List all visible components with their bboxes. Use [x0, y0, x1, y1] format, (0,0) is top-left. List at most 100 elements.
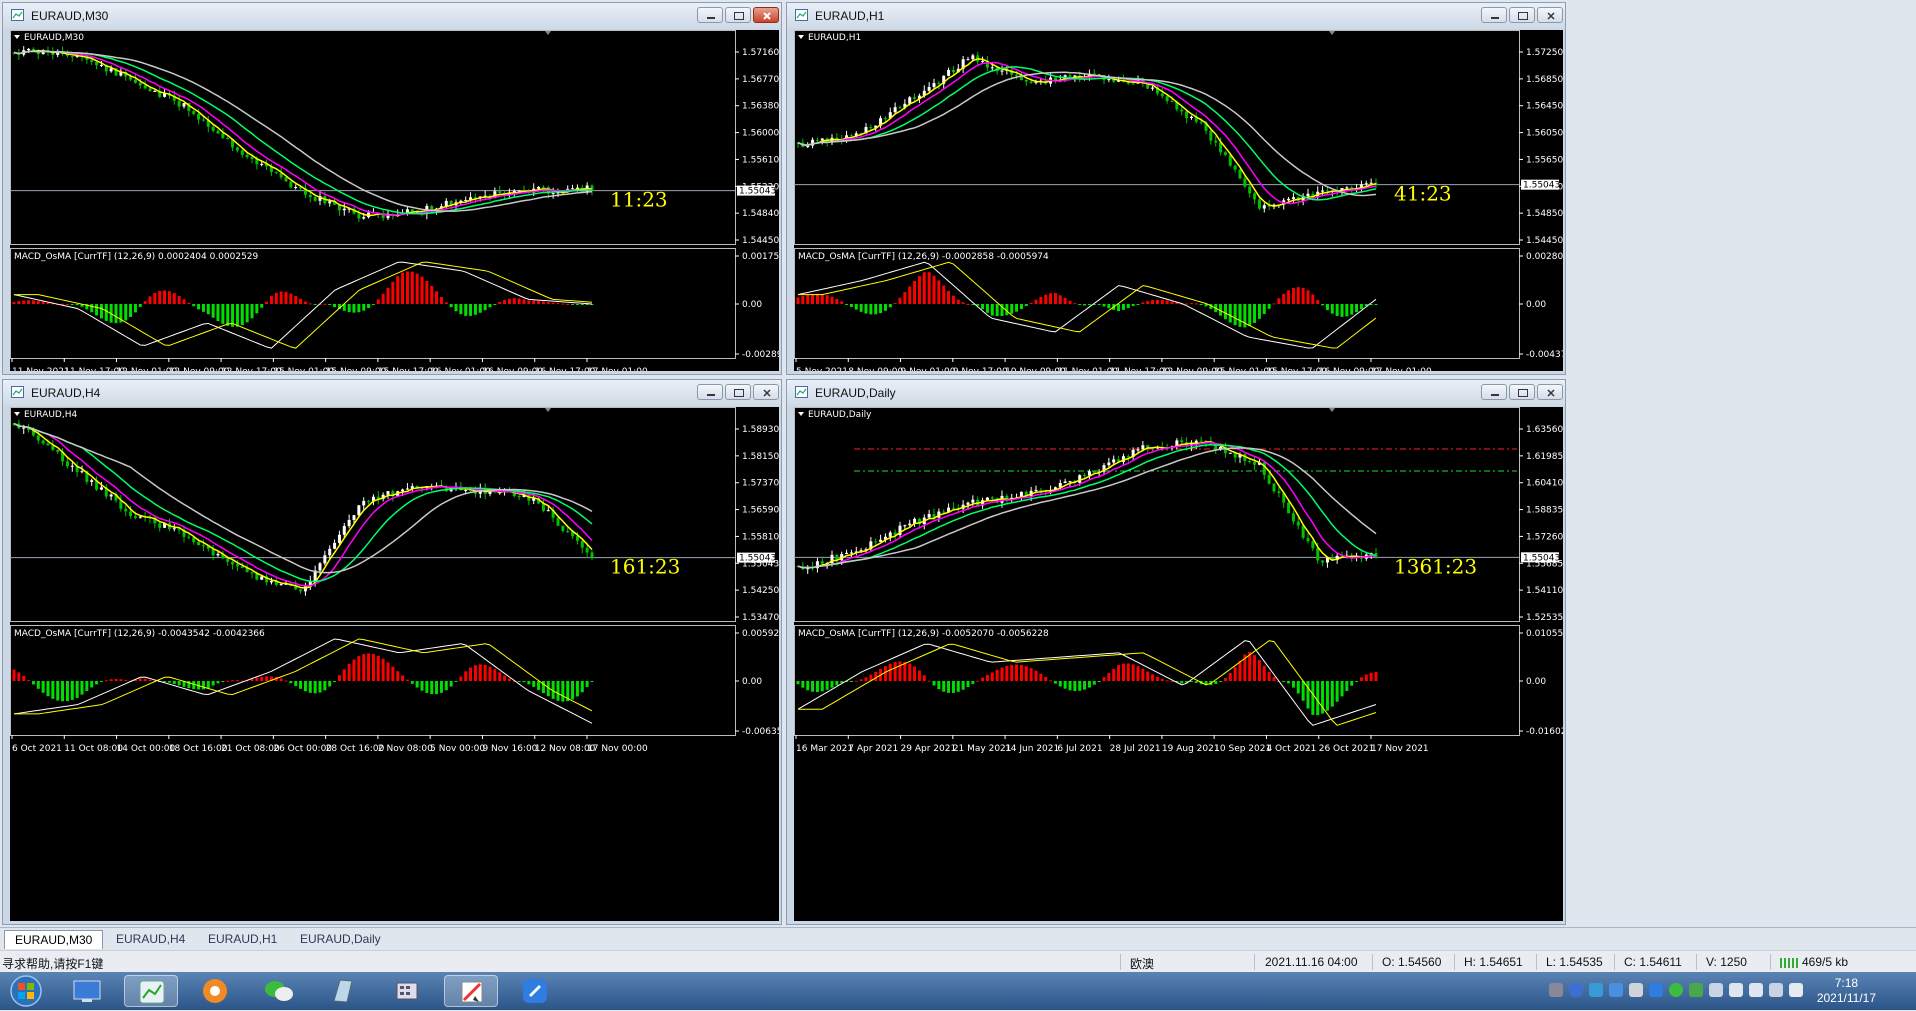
- candle-body: [1214, 140, 1218, 143]
- window-titlebar[interactable]: EURAUD,H1: [787, 3, 1565, 29]
- chart-window-h1[interactable]: EURAUD,H1 EURAUD,H1 MACD_OsMA [CurrTF] (1…: [786, 2, 1566, 375]
- flag-tray-icon[interactable]: [1789, 983, 1803, 997]
- close-button[interactable]: [1537, 384, 1563, 400]
- osma-bar: [299, 681, 303, 689]
- browser-icon[interactable]: [188, 975, 242, 1007]
- calculator-icon[interactable]: [380, 975, 434, 1007]
- network-tray-icon[interactable]: [1769, 983, 1783, 997]
- close-button[interactable]: [1537, 7, 1563, 23]
- osma-bar: [1301, 681, 1305, 701]
- volume-tray-icon[interactable]: [1749, 983, 1763, 997]
- chart-shift-marker[interactable]: [545, 31, 551, 35]
- profile-name: 欧澳: [1130, 957, 1155, 971]
- chart-shift-marker[interactable]: [545, 408, 551, 412]
- paint-icon[interactable]: [444, 975, 498, 1007]
- desktop-icon[interactable]: [60, 975, 114, 1007]
- help-tray-icon[interactable]: [1569, 983, 1583, 997]
- bar-timer-label: 41:23: [1394, 182, 1452, 206]
- maximize-button[interactable]: [1509, 7, 1535, 23]
- osma-bar: [1000, 667, 1004, 681]
- window-titlebar[interactable]: EURAUD,Daily: [787, 380, 1565, 406]
- maximize-button[interactable]: [725, 384, 751, 400]
- minimize-button[interactable]: [697, 7, 723, 23]
- metatrader-icon[interactable]: [124, 975, 178, 1007]
- osma-bar: [1097, 304, 1101, 305]
- macd-tick-label: 0.00: [1526, 300, 1546, 310]
- osma-bar: [1087, 304, 1091, 306]
- slow-ma-line: [13, 50, 593, 215]
- chart-window-m30[interactable]: EURAUD,M30 EURAUD,M30 MACD_OsMA [CurrTF] …: [2, 2, 782, 375]
- chart-shift-marker[interactable]: [1329, 31, 1335, 35]
- osma-bar: [357, 304, 361, 313]
- chart-area[interactable]: EURAUD,M30 MACD_OsMA [CurrTF] (12,26,9) 0…: [10, 30, 779, 371]
- dropdown-triangle-icon[interactable]: [14, 412, 20, 416]
- candle-body: [197, 113, 201, 120]
- osma-bar: [56, 681, 60, 701]
- maximize-button[interactable]: [725, 7, 751, 23]
- candle-body: [95, 61, 99, 66]
- candle-body: [129, 511, 133, 517]
- feishu-tray-icon[interactable]: [1649, 983, 1663, 997]
- close-button[interactable]: [753, 384, 779, 400]
- chart-window-icon: [795, 9, 808, 21]
- candle-body: [517, 496, 521, 498]
- minimize-button[interactable]: [697, 384, 723, 400]
- notes-icon[interactable]: [316, 975, 370, 1007]
- minimize-button[interactable]: [1481, 384, 1507, 400]
- chart-area[interactable]: EURAUD,Daily MACD_OsMA [CurrTF] (12,26,9)…: [794, 407, 1563, 921]
- osma-bar: [551, 302, 555, 304]
- chart-window-daily[interactable]: EURAUD,Daily EURAUD,Daily MACD_OsMA [Curr…: [786, 379, 1566, 925]
- chart-area[interactable]: EURAUD,H1 MACD_OsMA [CurrTF] (12,26,9) -0…: [794, 30, 1563, 371]
- maximize-button[interactable]: [1509, 384, 1535, 400]
- osma-bar: [874, 671, 878, 681]
- chart-area[interactable]: EURAUD,H4 MACD_OsMA [CurrTF] (12,26,9) -0…: [10, 407, 779, 921]
- osma-bar: [942, 285, 946, 304]
- osma-bar: [153, 292, 157, 304]
- taskbar-clock[interactable]: 7:18 2021/11/17: [1817, 976, 1876, 1006]
- speaker-tray-icon[interactable]: [1729, 983, 1743, 997]
- osma-bar: [1316, 681, 1320, 716]
- start-orb-icon[interactable]: [8, 974, 44, 1008]
- window-titlebar[interactable]: EURAUD,M30: [3, 3, 781, 29]
- ime-tray-icon[interactable]: [1709, 983, 1723, 997]
- dropdown-triangle-icon[interactable]: [798, 35, 804, 39]
- candle-body: [1325, 190, 1329, 192]
- candle-body: [313, 197, 317, 201]
- osma-bar: [279, 678, 283, 681]
- tab-euraud-daily[interactable]: EURAUD,Daily: [290, 930, 391, 948]
- chart-window-h4[interactable]: EURAUD,H4 EURAUD,H4 MACD_OsMA [CurrTF] (1…: [2, 379, 782, 925]
- tab-euraud-m30[interactable]: EURAUD,M30: [4, 930, 104, 949]
- help-hint: 寻求帮助,请按F1键: [2, 957, 104, 971]
- osma-bar: [260, 304, 264, 308]
- current-price-label: 1.55043: [739, 187, 776, 197]
- osma-bar: [908, 286, 912, 304]
- osma-bar: [206, 304, 210, 315]
- tab-euraud-h4[interactable]: EURAUD,H4: [106, 930, 195, 948]
- candle-body: [1301, 525, 1305, 538]
- price-pane-border: [794, 30, 1520, 245]
- osma-bar: [478, 304, 482, 313]
- lock-tray-icon[interactable]: [1629, 983, 1643, 997]
- osma-bar: [245, 304, 249, 323]
- tab-euraud-h1[interactable]: EURAUD,H1: [198, 930, 287, 948]
- shield-tray-icon[interactable]: [1609, 983, 1623, 997]
- close-button[interactable]: [753, 7, 779, 23]
- feishu-icon[interactable]: [508, 975, 562, 1007]
- osma-bar: [571, 681, 575, 700]
- osma-bar: [1117, 665, 1121, 681]
- chat-tray-icon[interactable]: [1589, 983, 1603, 997]
- osma-bar: [1194, 681, 1198, 683]
- wechat-work-tray-icon[interactable]: [1689, 983, 1703, 997]
- wechat-tray-icon[interactable]: [1669, 983, 1683, 997]
- mid-ma-line: [13, 422, 593, 587]
- osma-bar: [990, 304, 994, 316]
- window-titlebar[interactable]: EURAUD,H4: [3, 380, 781, 406]
- wechat-icon[interactable]: [252, 975, 306, 1007]
- dropdown-triangle-icon[interactable]: [14, 35, 20, 39]
- keyboard-tray-icon[interactable]: [1549, 983, 1563, 997]
- dropdown-triangle-icon[interactable]: [798, 412, 804, 416]
- minimize-button[interactable]: [1481, 7, 1507, 23]
- osma-bar: [27, 300, 31, 304]
- chart-shift-marker[interactable]: [1329, 408, 1335, 412]
- osma-bar: [1189, 303, 1193, 305]
